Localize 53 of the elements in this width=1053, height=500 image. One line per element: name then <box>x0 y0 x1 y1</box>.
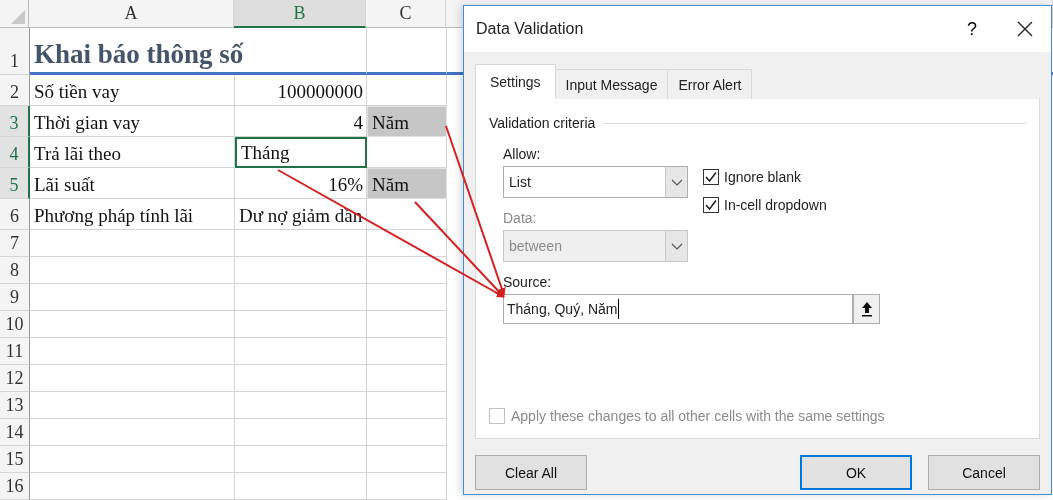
dialog-button[interactable]: Cancel <box>928 455 1040 490</box>
table-cell: Trả lãi theo <box>30 137 235 168</box>
tab[interactable]: Error Alert <box>667 69 753 99</box>
row-header[interactable]: 2 <box>0 75 30 106</box>
table-cell: 100000000 <box>235 75 367 106</box>
row-header[interactable]: 13 <box>0 392 30 419</box>
table-cell: Khai báo thông số <box>30 28 367 75</box>
table-cell: Thời gian vay <box>30 106 235 137</box>
triangle-icon <box>11 10 25 24</box>
row-header[interactable]: 16 <box>0 473 30 500</box>
chevron-down-icon <box>670 242 683 250</box>
row-header[interactable]: 3 <box>0 106 30 137</box>
field-label: Source: <box>502 274 553 290</box>
row-header[interactable]: 6 <box>0 199 30 230</box>
checkbox-label: Ignore blank <box>724 169 802 185</box>
help-button[interactable]: ? <box>963 18 981 40</box>
dialog-button[interactable]: OK <box>800 455 912 490</box>
table-cell: Số tiền vay <box>30 75 235 106</box>
column-header[interactable]: C <box>366 0 446 28</box>
window-title: Data Validation <box>476 20 585 38</box>
checkbox-label: Apply these changes to all other cells with the same settings <box>511 408 885 424</box>
row-header[interactable]: 8 <box>0 257 30 284</box>
checkbox-label: In-cell dropdown <box>724 197 827 213</box>
row-header[interactable]: 5 <box>0 168 30 199</box>
close-icon[interactable] <box>1017 21 1033 37</box>
field-label: Allow: <box>503 146 541 162</box>
row-header[interactable]: 10 <box>0 311 30 338</box>
row-header[interactable]: 15 <box>0 446 30 473</box>
dialog-button[interactable]: Clear All <box>475 455 587 490</box>
table-cell: Năm <box>367 168 447 199</box>
field-label: Data: <box>503 210 537 226</box>
upload-arrow-icon <box>860 301 873 317</box>
checkbox[interactable] <box>703 197 719 213</box>
table-cell: Phương pháp tính lãi <box>30 199 235 230</box>
column-header[interactable]: A <box>29 0 234 28</box>
table-cell: Năm <box>367 106 447 137</box>
row-header[interactable]: 11 <box>0 338 30 365</box>
collapse-button[interactable] <box>853 294 880 324</box>
table-cell: Tháng <box>235 137 367 168</box>
tab[interactable]: Settings <box>475 64 556 99</box>
chevron-down-icon <box>670 178 683 186</box>
row-header[interactable]: 1 <box>0 28 30 75</box>
checkbox[interactable] <box>703 169 719 185</box>
row-header[interactable]: 7 <box>0 230 30 257</box>
row-header[interactable]: 9 <box>0 284 30 311</box>
row-header[interactable]: 12 <box>0 365 30 392</box>
dropdown[interactable]: List <box>503 166 688 198</box>
table-cell: Lãi suất <box>30 168 235 199</box>
row-header[interactable]: 4 <box>0 137 30 168</box>
source-field[interactable]: Tháng, Quý, Năm <box>503 294 853 324</box>
row-header[interactable]: 14 <box>0 419 30 446</box>
column-header[interactable]: B <box>234 0 366 28</box>
section-title: Validation criteria <box>489 115 596 131</box>
